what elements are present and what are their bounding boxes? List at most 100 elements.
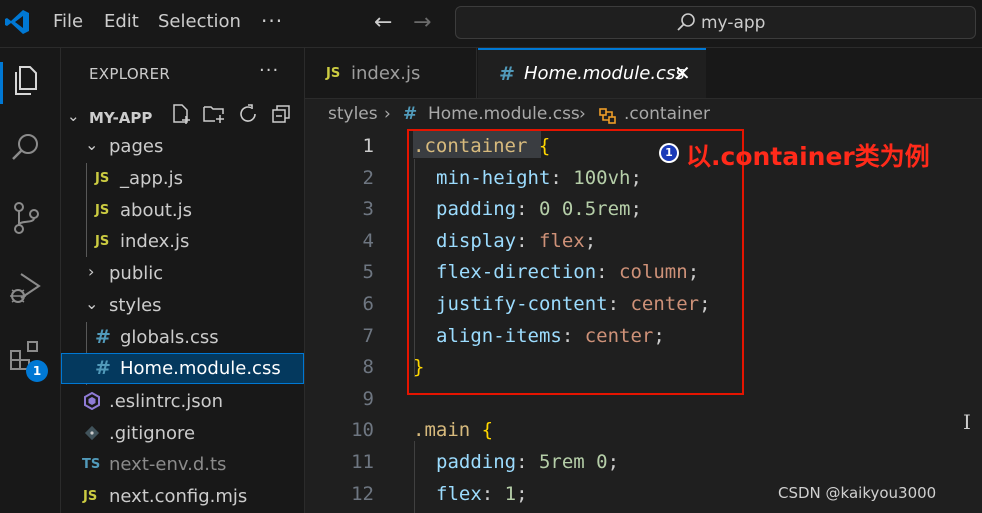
- source-control-icon[interactable]: [8, 200, 44, 236]
- css-file-icon: #: [95, 357, 111, 379]
- back-arrow-icon[interactable]: ←: [374, 10, 392, 35]
- code-token: :: [481, 482, 505, 505]
- close-icon[interactable]: ✕: [674, 61, 691, 85]
- chevron-right-icon: ›: [88, 262, 95, 281]
- symbol-class-icon: [599, 108, 616, 124]
- code-token: flex: [436, 482, 482, 505]
- explorer-icon[interactable]: [8, 62, 44, 98]
- code-line: 10 .main {: [305, 414, 982, 445]
- line-number: 2: [362, 166, 374, 189]
- annotation-number: 1: [661, 145, 677, 161]
- tree-file-globals-css[interactable]: # globals.css: [61, 322, 304, 353]
- tab-label: index.js: [351, 63, 421, 84]
- extensions-badge: 1: [26, 360, 48, 382]
- tree-folder-public[interactable]: › public: [61, 258, 304, 289]
- breadcrumb-separator: ›: [579, 104, 586, 124]
- tree-file-gitignore[interactable]: .gitignore: [61, 418, 304, 449]
- vscode-logo-icon: [5, 10, 29, 34]
- js-file-icon: JS: [95, 171, 110, 186]
- tab-home-module-css[interactable]: # Home.module.css ✕: [478, 48, 706, 98]
- line-number: 3: [362, 198, 374, 221]
- refresh-icon[interactable]: [236, 102, 260, 126]
- chevron-down-icon: ⌄: [85, 135, 99, 154]
- tree-folder-styles[interactable]: ⌄ styles: [61, 290, 304, 321]
- js-file-icon: JS: [95, 234, 110, 249]
- search-view-icon[interactable]: [8, 130, 44, 166]
- tab-index-js[interactable]: JS index.js: [305, 48, 477, 98]
- line-number: 1: [362, 135, 374, 157]
- text-cursor-icon: I: [963, 410, 971, 434]
- js-file-icon: JS: [83, 489, 98, 504]
- tree-file-next-env[interactable]: TS next-env.d.ts: [61, 449, 304, 480]
- js-file-icon: JS: [326, 66, 341, 81]
- run-debug-icon[interactable]: [8, 270, 44, 306]
- code-line: 11 padding: 5rem 0;: [305, 446, 982, 477]
- new-folder-icon[interactable]: [202, 102, 226, 126]
- menu-file[interactable]: File: [53, 11, 83, 32]
- tab-label: Home.module.css: [524, 63, 685, 84]
- tree-item-label: _app.js: [120, 168, 183, 189]
- line-number: 12: [351, 482, 374, 505]
- code-token: :: [516, 451, 539, 473]
- tree-item-label: next.config.mjs: [109, 486, 248, 507]
- new-file-icon[interactable]: [169, 102, 193, 126]
- tree-item-label: .eslintrc.json: [109, 391, 224, 412]
- menu-edit[interactable]: Edit: [104, 11, 139, 32]
- code-text: .main {: [413, 419, 493, 441]
- code-token: 1: [504, 482, 517, 505]
- line-number: 9: [362, 387, 374, 410]
- code-token: 5rem 0: [538, 451, 608, 473]
- breadcrumb-file[interactable]: Home.module.css: [428, 104, 580, 124]
- ts-file-icon: TS: [82, 457, 101, 472]
- watermark: CSDN @kaikyou3000: [778, 484, 937, 502]
- tree-folder-pages[interactable]: ⌄ pages: [61, 131, 304, 162]
- eslint-icon: [84, 392, 100, 410]
- breadcrumb-separator: ›: [384, 104, 391, 124]
- collapse-all-icon[interactable]: [269, 102, 293, 126]
- chevron-down-icon: ⌄: [85, 294, 99, 313]
- tree-item-label: next-env.d.ts: [109, 454, 227, 475]
- code-text: padding: 5rem 0;: [436, 451, 619, 473]
- tree-item-label: .gitignore: [109, 423, 196, 444]
- breadcrumb-folder[interactable]: styles: [328, 104, 378, 124]
- tree-file-eslintrc[interactable]: .eslintrc.json: [61, 386, 304, 417]
- code-token: padding: [436, 451, 517, 473]
- explorer-more-button[interactable]: ···: [259, 60, 279, 81]
- line-number: 6: [362, 293, 374, 315]
- editor-tab-bar: JS index.js # Home.module.css ✕: [305, 48, 982, 99]
- title-bar: File Edit Selection ··· ← → my-app: [0, 0, 982, 48]
- workspace-folder-name: MY-APP: [89, 109, 153, 127]
- explorer-title: EXPLORER: [89, 65, 171, 83]
- breadcrumb-symbol[interactable]: .container: [624, 104, 710, 124]
- tree-file-app-js[interactable]: JS _app.js: [61, 163, 304, 194]
- js-file-icon: JS: [95, 203, 110, 218]
- tree-item-label: pages: [109, 136, 164, 157]
- tree-item-label: globals.css: [120, 327, 219, 348]
- tree-file-about-js[interactable]: JS about.js: [61, 195, 304, 226]
- code-token: {: [481, 419, 494, 442]
- menu-more-button[interactable]: ···: [261, 9, 283, 33]
- explorer-sidebar: EXPLORER ··· ⌄ MY-APP ⌄ pages JS _app.js…: [61, 48, 305, 513]
- tree-file-home-module-css[interactable]: # Home.module.css: [61, 353, 304, 384]
- tree-item-label: about.js: [120, 200, 193, 221]
- tree-file-index-js[interactable]: JS index.js: [61, 226, 304, 257]
- code-token: ;: [607, 451, 620, 473]
- tree-item-label: public: [109, 263, 164, 284]
- css-file-icon: #: [499, 63, 515, 85]
- line-number: 10: [351, 419, 374, 442]
- annotation-text: 以.container类为例: [686, 142, 930, 171]
- command-center-text: my-app: [701, 13, 766, 33]
- line-number: 5: [362, 261, 374, 284]
- line-number: 8: [362, 356, 374, 379]
- line-number: 7: [362, 324, 374, 347]
- tree-file-next-config[interactable]: JS next.config.mjs: [61, 481, 304, 512]
- forward-arrow-icon[interactable]: →: [413, 10, 431, 35]
- line-number: 11: [351, 451, 374, 473]
- search-icon: [677, 13, 695, 31]
- line-number: 4: [362, 229, 374, 252]
- tree-item-label: index.js: [120, 231, 190, 252]
- menu-selection[interactable]: Selection: [158, 11, 241, 32]
- code-token: ;: [516, 482, 528, 505]
- code-token: .main: [413, 419, 471, 442]
